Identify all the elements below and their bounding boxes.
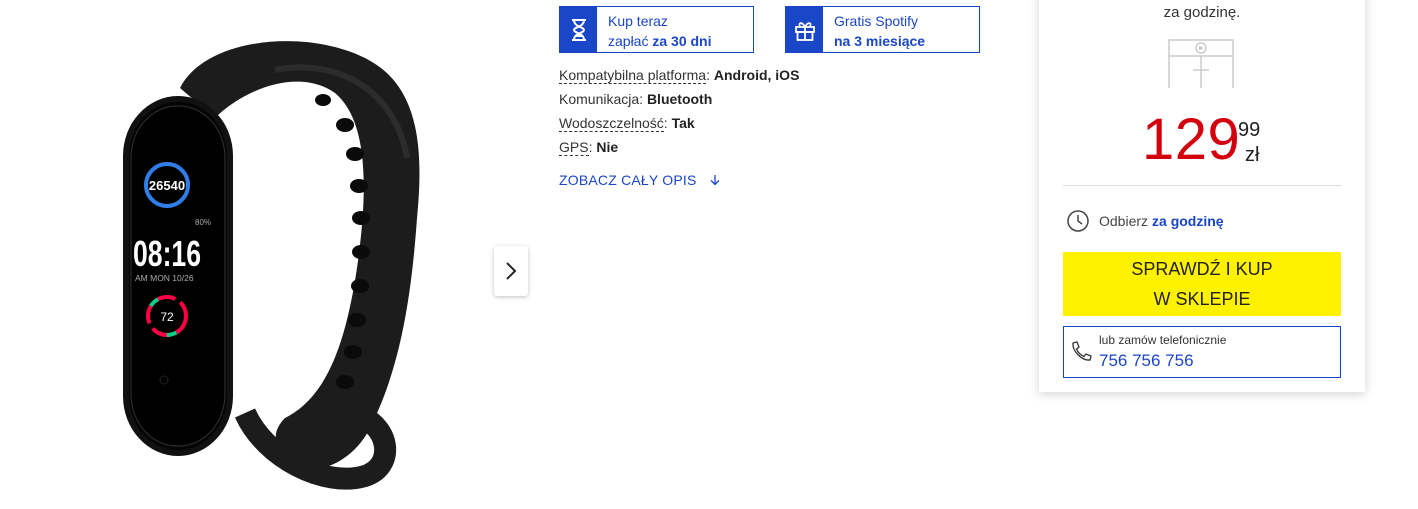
buy-button-line2: W SKLEPIE [1153, 289, 1251, 309]
battery-value: 80% [195, 218, 211, 227]
price-integer: 129 [1142, 107, 1241, 172]
promo-pay-bold: za 30 dni [652, 33, 712, 49]
gift-icon [786, 7, 823, 52]
phone-order-box[interactable]: lub zamów telefonicznie 756 756 756 [1063, 326, 1341, 378]
promo-pay-prefix: zapłać [608, 33, 649, 49]
store-pickup-icon [1168, 39, 1234, 88]
buy-button-line1: SPRAWDŹ I KUP [1131, 259, 1273, 279]
promo-spotify-line1: Gratis Spotify [834, 13, 919, 29]
steps-value: 26540 [149, 178, 185, 193]
price-cents: 99 [1238, 119, 1261, 141]
spec-value: Nie [596, 139, 619, 155]
next-image-button[interactable] [494, 246, 528, 296]
spec-label[interactable]: GPS [559, 139, 589, 156]
product-image: 26540 80% 08:16 AM MON 10/26 72 [95, 18, 425, 498]
phone-order-label: lub zamów telefonicznie [1099, 333, 1227, 347]
see-full-description-link[interactable]: ZOBACZ CAŁY OPIS [559, 172, 721, 188]
spec-value: Tak [671, 115, 695, 131]
spec-value: Bluetooth [646, 91, 713, 107]
spec-label[interactable]: Wodoszczelność [559, 115, 664, 132]
price-currency: zł [1245, 144, 1260, 166]
watch-time: 08:16 [133, 233, 201, 274]
spec-row: Komunikacja: Bluetooth [559, 91, 713, 107]
pickup-info: Odbierz za godzinę [1066, 209, 1224, 233]
chevron-right-icon [506, 262, 517, 280]
pickup-prefix: Odbierz [1099, 213, 1149, 229]
heart-rate-value: 72 [160, 310, 174, 324]
watch-date: AM MON 10/26 [135, 273, 194, 283]
spec-label[interactable]: Kompatybilna platforma [559, 67, 707, 84]
arrow-down-icon [710, 175, 720, 186]
spec-row: Kompatybilna platforma: Android, iOS [559, 67, 800, 84]
delivery-text: za godzinę. [1163, 4, 1241, 21]
divider [1063, 185, 1341, 186]
hourglass-icon [560, 7, 597, 52]
promo-pay-line1: Kup teraz [608, 13, 668, 29]
spec-row: Wodoszczelność: Tak [559, 115, 695, 132]
spec-value: Android, iOS [713, 67, 800, 83]
see-full-description-label: ZOBACZ CAŁY OPIS [559, 172, 697, 188]
price: 129 [1142, 108, 1240, 172]
pickup-time: za godzinę [1152, 213, 1224, 229]
spec-label: Komunikacja [559, 91, 640, 107]
promo-pay-later[interactable]: Kup teraz zapłać za 30 dni [559, 6, 754, 53]
promo-spotify-bold: na 3 miesiące [834, 33, 926, 49]
spec-row: GPS: Nie [559, 139, 619, 156]
phone-number[interactable]: 756 756 756 [1099, 351, 1194, 371]
check-and-buy-in-store-button[interactable]: SPRAWDŹ I KUP W SKLEPIE [1063, 252, 1341, 316]
promo-spotify[interactable]: Gratis Spotify na 3 miesiące [785, 6, 980, 53]
phone-icon [1072, 341, 1092, 361]
clock-icon [1067, 210, 1089, 232]
